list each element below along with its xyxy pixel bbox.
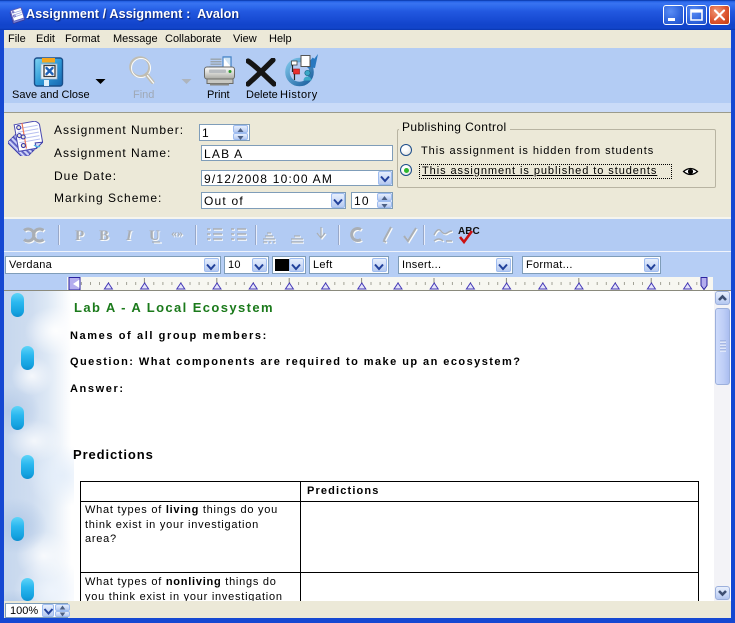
svg-text:I: I [125, 228, 133, 244]
svg-text:B: B [99, 228, 109, 244]
svg-text:«»: «» [171, 226, 183, 240]
svg-text:P: P [75, 228, 84, 244]
